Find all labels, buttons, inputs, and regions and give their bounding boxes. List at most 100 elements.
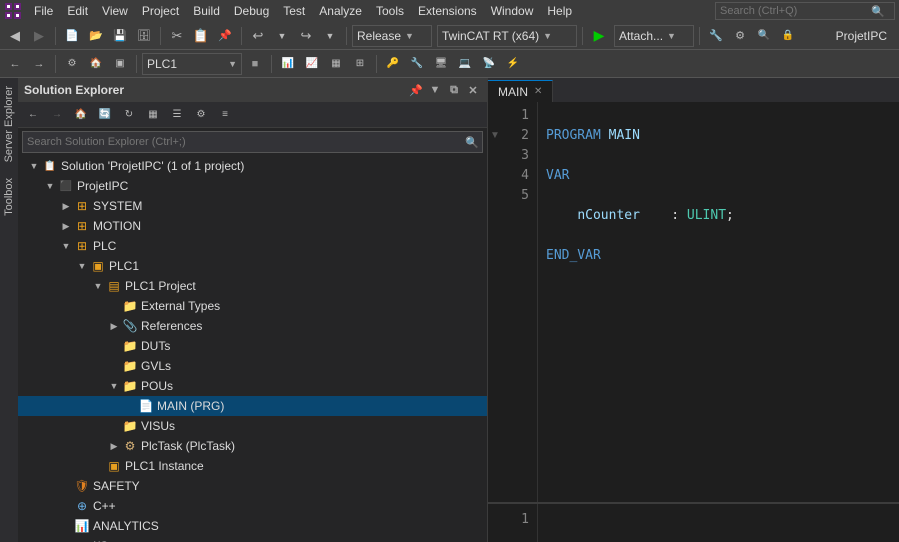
menu-extensions[interactable]: Extensions	[412, 2, 483, 20]
menu-build[interactable]: Build	[187, 2, 226, 20]
tree-visus[interactable]: 📁 VISUs	[18, 416, 487, 436]
menu-tools[interactable]: Tools	[370, 2, 410, 20]
extra-btn2[interactable]: ⚙	[729, 25, 751, 47]
forward-btn[interactable]: ▶	[28, 25, 50, 47]
save-all-btn[interactable]: 🗄	[133, 25, 155, 47]
menu-search-input[interactable]	[716, 5, 871, 17]
declarations-section[interactable]: ▼ 1 2 3 4 5 PROGRAM MAIN VAR	[488, 102, 899, 504]
t2-btn16[interactable]: ⚡	[502, 53, 524, 75]
cut-btn[interactable]: ✂	[166, 25, 188, 47]
t2-btn13[interactable]: 🖥	[430, 53, 452, 75]
t2-btn12[interactable]: 🔧	[406, 53, 428, 75]
tree-plctask[interactable]: ▶ ⚙ PlcTask (PlcTask)	[18, 436, 487, 456]
plc1project-expander[interactable]: ▼	[90, 281, 106, 291]
tree-duts[interactable]: 📁 DUTs	[18, 336, 487, 356]
menu-file[interactable]: File	[28, 2, 59, 20]
menu-project[interactable]: Project	[136, 2, 185, 20]
t2-btn8[interactable]: 📈	[301, 53, 323, 75]
se-refresh-btn[interactable]: ↻	[118, 104, 140, 126]
t2-btn7[interactable]: 📊	[277, 53, 299, 75]
se-forward-btn[interactable]: →	[46, 104, 68, 126]
paste-btn[interactable]: 📌	[214, 25, 236, 47]
plc-dropdown[interactable]: PLC1 ▼	[142, 53, 242, 75]
t2-btn1[interactable]: ←	[4, 53, 26, 75]
back-btn[interactable]: ◀	[4, 25, 26, 47]
se-filter-btn[interactable]: ▦	[142, 104, 164, 126]
redo-btn[interactable]: ↪	[295, 25, 317, 47]
server-explorer-tab[interactable]: Server Explorer	[1, 78, 17, 170]
tree-plc[interactable]: ▼ ⊞ PLC	[18, 236, 487, 256]
tree-system[interactable]: ▶ ⊞ SYSTEM	[18, 196, 487, 216]
pous-expander[interactable]: ▼	[106, 381, 122, 391]
t2-btn9[interactable]: ▦	[325, 53, 347, 75]
menu-test[interactable]: Test	[277, 2, 311, 20]
t2-btn3[interactable]: ⚙	[61, 53, 83, 75]
plctask-expander[interactable]: ▶	[106, 441, 122, 452]
menu-edit[interactable]: Edit	[61, 2, 94, 20]
t2-btn5[interactable]: ▣	[109, 53, 131, 75]
tree-projetipc[interactable]: ▼ ⬛ ProjetIPC	[18, 176, 487, 196]
tree-safety[interactable]: 🛡 SAFETY	[18, 476, 487, 496]
t2-btn4[interactable]: 🏠	[85, 53, 107, 75]
tree-gvls[interactable]: 📁 GVLs	[18, 356, 487, 376]
se-search-container[interactable]: 🔍	[22, 131, 483, 153]
tree-externaltypes[interactable]: 📁 External Types	[18, 296, 487, 316]
menu-help[interactable]: Help	[541, 2, 578, 20]
platform-dropdown[interactable]: TwinCAT RT (x64) ▼	[437, 25, 577, 47]
t2-btn2[interactable]: →	[28, 53, 50, 75]
toolbox-tab[interactable]: Toolbox	[1, 170, 17, 224]
menu-view[interactable]: View	[96, 2, 134, 20]
declarations-code[interactable]: PROGRAM MAIN VAR nCounter : ULINT; END_V…	[538, 102, 899, 502]
configuration-dropdown[interactable]: Release ▼	[352, 25, 432, 47]
tree-plc1instance[interactable]: ▣ PLC1 Instance	[18, 456, 487, 476]
copy-btn[interactable]: 📋	[190, 25, 212, 47]
references-expander[interactable]: ▶	[106, 321, 122, 332]
se-props-btn[interactable]: ≡	[214, 104, 236, 126]
implementation-section[interactable]: 1 nCounter := nCounter + 1;	[488, 504, 899, 542]
t2-btn11[interactable]: 🔑	[382, 53, 404, 75]
solution-expander[interactable]: ▼	[26, 161, 42, 171]
tree-solution[interactable]: ▼ 📋 Solution 'ProjetIPC' (1 of 1 project…	[18, 156, 487, 176]
menu-window[interactable]: Window	[485, 2, 540, 20]
menu-debug[interactable]: Debug	[228, 2, 275, 20]
tab-main[interactable]: MAIN ✕	[488, 80, 553, 102]
extra-btn3[interactable]: 🔍	[753, 25, 775, 47]
tree-motion[interactable]: ▶ ⊞ MOTION	[18, 216, 487, 236]
t2-btn14[interactable]: 💻	[454, 53, 476, 75]
close-panel-btn[interactable]: ✕	[465, 82, 481, 98]
new-project-btn[interactable]: 📄	[61, 25, 83, 47]
undo-btn[interactable]: ↩	[247, 25, 269, 47]
implementation-code[interactable]: nCounter := nCounter + 1;	[538, 504, 899, 542]
plc-expander[interactable]: ▼	[58, 241, 74, 251]
tree-analytics[interactable]: 📊 ANALYTICS	[18, 516, 487, 536]
tree-plc1project[interactable]: ▼ ▤ PLC1 Project	[18, 276, 487, 296]
extra-btn4[interactable]: 🔒	[777, 25, 799, 47]
redo-dropdown[interactable]: ▼	[319, 25, 341, 47]
tree-io[interactable]: ▶ ⊞ I/O	[18, 536, 487, 542]
menu-analyze[interactable]: Analyze	[313, 2, 368, 20]
open-btn[interactable]: 📂	[85, 25, 107, 47]
float-btn[interactable]: ⧉	[446, 82, 462, 98]
extra-btn1[interactable]: 🔧	[705, 25, 727, 47]
se-sync-btn[interactable]: 🔄	[94, 104, 116, 126]
panel-menu-btn[interactable]: ▼	[427, 82, 443, 98]
tree-cpp[interactable]: ⊕ C++	[18, 496, 487, 516]
tree-pous[interactable]: ▼ 📁 POUs	[18, 376, 487, 396]
se-back-btn[interactable]: ←	[22, 104, 44, 126]
attach-dropdown[interactable]: Attach... ▼	[614, 25, 694, 47]
pin-btn[interactable]: 📌	[408, 82, 424, 98]
menu-search-box[interactable]: 🔍	[715, 2, 895, 20]
save-btn[interactable]: 💾	[109, 25, 131, 47]
se-search-input[interactable]	[23, 136, 465, 148]
se-view-btn[interactable]: ☰	[166, 104, 188, 126]
t2-btn15[interactable]: 📡	[478, 53, 500, 75]
system-expander[interactable]: ▶	[58, 201, 74, 212]
se-settings-btn[interactable]: ⚙	[190, 104, 212, 126]
t2-btn6[interactable]: ■	[244, 53, 266, 75]
se-home-btn[interactable]: 🏠	[70, 104, 92, 126]
t2-btn10[interactable]: ⊞	[349, 53, 371, 75]
plc1-expander[interactable]: ▼	[74, 261, 90, 271]
motion-expander[interactable]: ▶	[58, 221, 74, 232]
tab-close-btn[interactable]: ✕	[534, 86, 542, 97]
tree-main[interactable]: 📄 MAIN (PRG)	[18, 396, 487, 416]
